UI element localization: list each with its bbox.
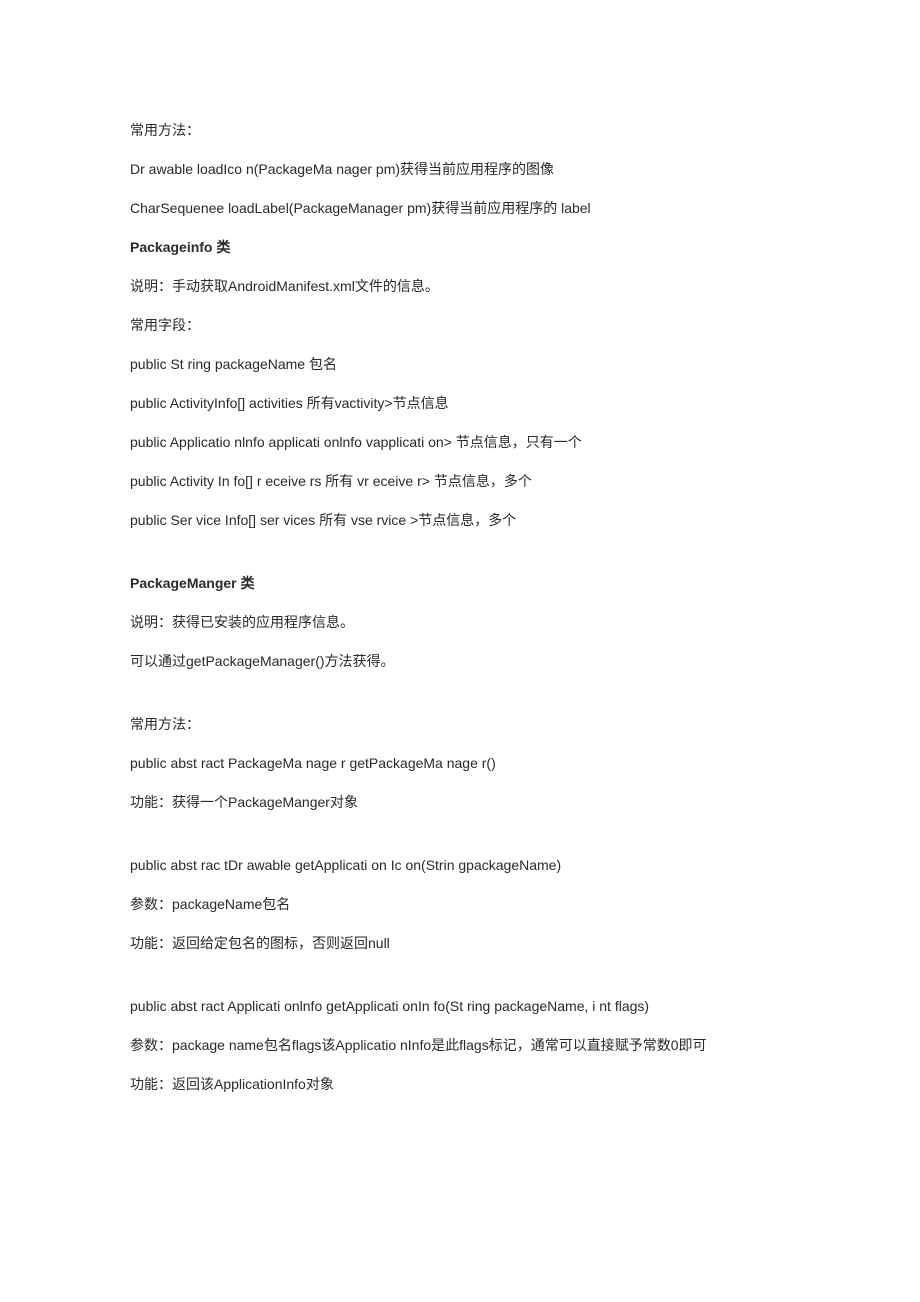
blank-line <box>130 690 790 714</box>
text-line: 可以通过getPackageManager()方法获得。 <box>130 651 790 672</box>
blank-line <box>130 972 790 996</box>
text-line: Dr awable loadIco n(PackageMa nager pm)获… <box>130 159 790 180</box>
text-line: public ActivityInfo[] activities 所有vacti… <box>130 393 790 414</box>
text-line: public abst ract Applicati onlnfo getApp… <box>130 996 790 1017</box>
text-line: 参数：packageName包名 <box>130 894 790 915</box>
text-line: 功能：获得一个PackageManger对象 <box>130 792 790 813</box>
text-line: public abst ract PackageMa nage r getPac… <box>130 753 790 774</box>
text-line: public Ser vice Info[] ser vices 所有 vse … <box>130 510 790 531</box>
text-line: 功能：返回给定包名的图标，否则返回null <box>130 933 790 954</box>
text-line: 常用字段： <box>130 315 790 336</box>
text-line: public abst rac tDr awable getApplicati … <box>130 855 790 876</box>
blank-line <box>130 831 790 855</box>
text-line: 功能：返回该ApplicationInfo对象 <box>130 1074 790 1095</box>
section-heading: PackageManger 类 <box>130 573 790 594</box>
text-line: CharSequenee loadLabel(PackageManager pm… <box>130 198 790 219</box>
blank-line <box>130 549 790 573</box>
section-heading: Packageinfo 类 <box>130 237 790 258</box>
text-line: public Applicatio nlnfo applicati onlnfo… <box>130 432 790 453</box>
text-line: public St ring packageName 包名 <box>130 354 790 375</box>
text-line: 参数：package name包名flags该Applicatio nInfo是… <box>130 1035 790 1056</box>
text-line: 常用方法： <box>130 120 790 141</box>
text-line: public Activity In fo[] r eceive rs 所有 v… <box>130 471 790 492</box>
text-line: 说明：手动获取AndroidManifest.xml文件的信息。 <box>130 276 790 297</box>
text-line: 说明：获得已安装的应用程序信息。 <box>130 612 790 633</box>
document-page: 常用方法： Dr awable loadIco n(PackageMa nager… <box>0 0 920 1233</box>
text-line: 常用方法： <box>130 714 790 735</box>
